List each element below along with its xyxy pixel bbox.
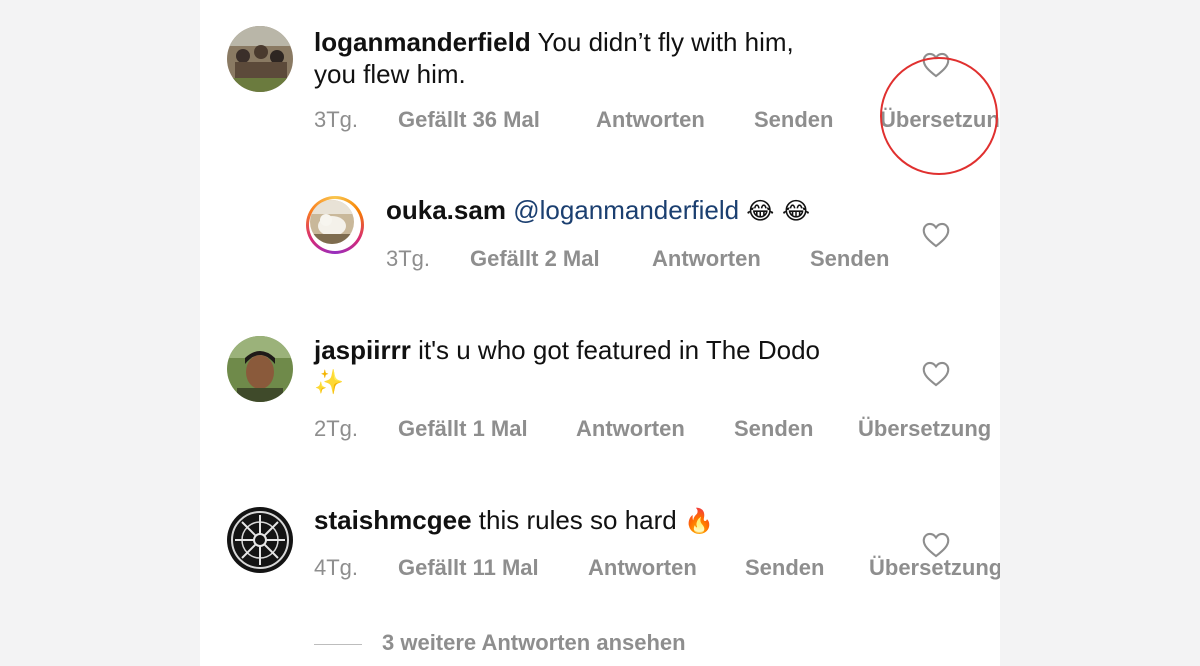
timestamp: 4Tg. [314,555,359,580]
send-button[interactable]: Senden [754,107,833,133]
avatar[interactable] [227,507,293,573]
comment-actions: 3Tg. Gefällt 2 Mal Antworten Senden [386,246,986,276]
comment-text: this rules so hard [478,505,677,535]
likes-count[interactable]: Gefällt 36 Mal [398,107,540,133]
mention-link[interactable]: @loganmanderfield [513,195,739,225]
reply-button[interactable]: Antworten [652,246,761,272]
translate-button[interactable]: Übersetzung [869,555,1000,581]
username[interactable]: loganmanderfield [314,27,531,57]
send-button[interactable]: Senden [734,416,813,442]
avatar[interactable] [227,26,293,92]
translate-button[interactable]: Übersetzung [858,416,991,442]
send-button[interactable]: Senden [745,555,824,581]
avatar [310,200,354,244]
timestamp: 2Tg. [314,416,359,441]
annotation-circle [880,57,998,175]
reply-button[interactable]: Antworten [588,555,697,581]
avatar-story-ring[interactable] [306,196,364,254]
username[interactable]: staishmcgee [314,505,472,535]
likes-count[interactable]: Gefällt 11 Mal [398,555,539,581]
emoji-sparkles: ✨ [314,368,344,396]
comment-text: You didn’t fly with him, [537,27,794,57]
heart-icon[interactable] [922,361,950,387]
comment-actions: 2Tg. Gefällt 1 Mal Antworten Senden Über… [314,416,1000,446]
divider-line [314,644,362,645]
username[interactable]: jaspiirrr [314,335,411,365]
emoji-fire: 🔥 [683,507,714,535]
comment-body: loganmanderfield You didn’t fly with him… [314,26,794,58]
username[interactable]: ouka.sam [386,195,506,225]
comment-actions: 4Tg. Gefällt 11 Mal Antworten Senden Übe… [314,555,1000,585]
likes-count[interactable]: Gefällt 2 Mal [470,246,600,272]
emoji-laughing: 😂 😂 [746,197,811,225]
avatar[interactable] [227,336,293,402]
view-more-replies-label[interactable]: 3 weitere Antworten ansehen [382,630,686,656]
comment-body: ouka.sam @loganmanderfield 😂 😂 [386,194,810,227]
reply-button[interactable]: Antworten [596,107,705,133]
comment-text-line2: you flew him. [314,59,466,89]
send-button[interactable]: Senden [810,246,889,272]
comment-body: jaspiirrr it's u who got featured in The… [314,334,820,366]
likes-count[interactable]: Gefällt 1 Mal [398,416,528,442]
comments-panel: loganmanderfield You didn’t fly with him… [200,0,1000,666]
reply-button[interactable]: Antworten [576,416,685,442]
comment-text: it's u who got featured in The Dodo [418,335,821,365]
timestamp: 3Tg. [386,246,431,271]
comment-body: staishmcgee this rules so hard 🔥 [314,504,714,537]
heart-icon[interactable] [922,222,950,248]
timestamp: 3Tg. [314,107,359,132]
